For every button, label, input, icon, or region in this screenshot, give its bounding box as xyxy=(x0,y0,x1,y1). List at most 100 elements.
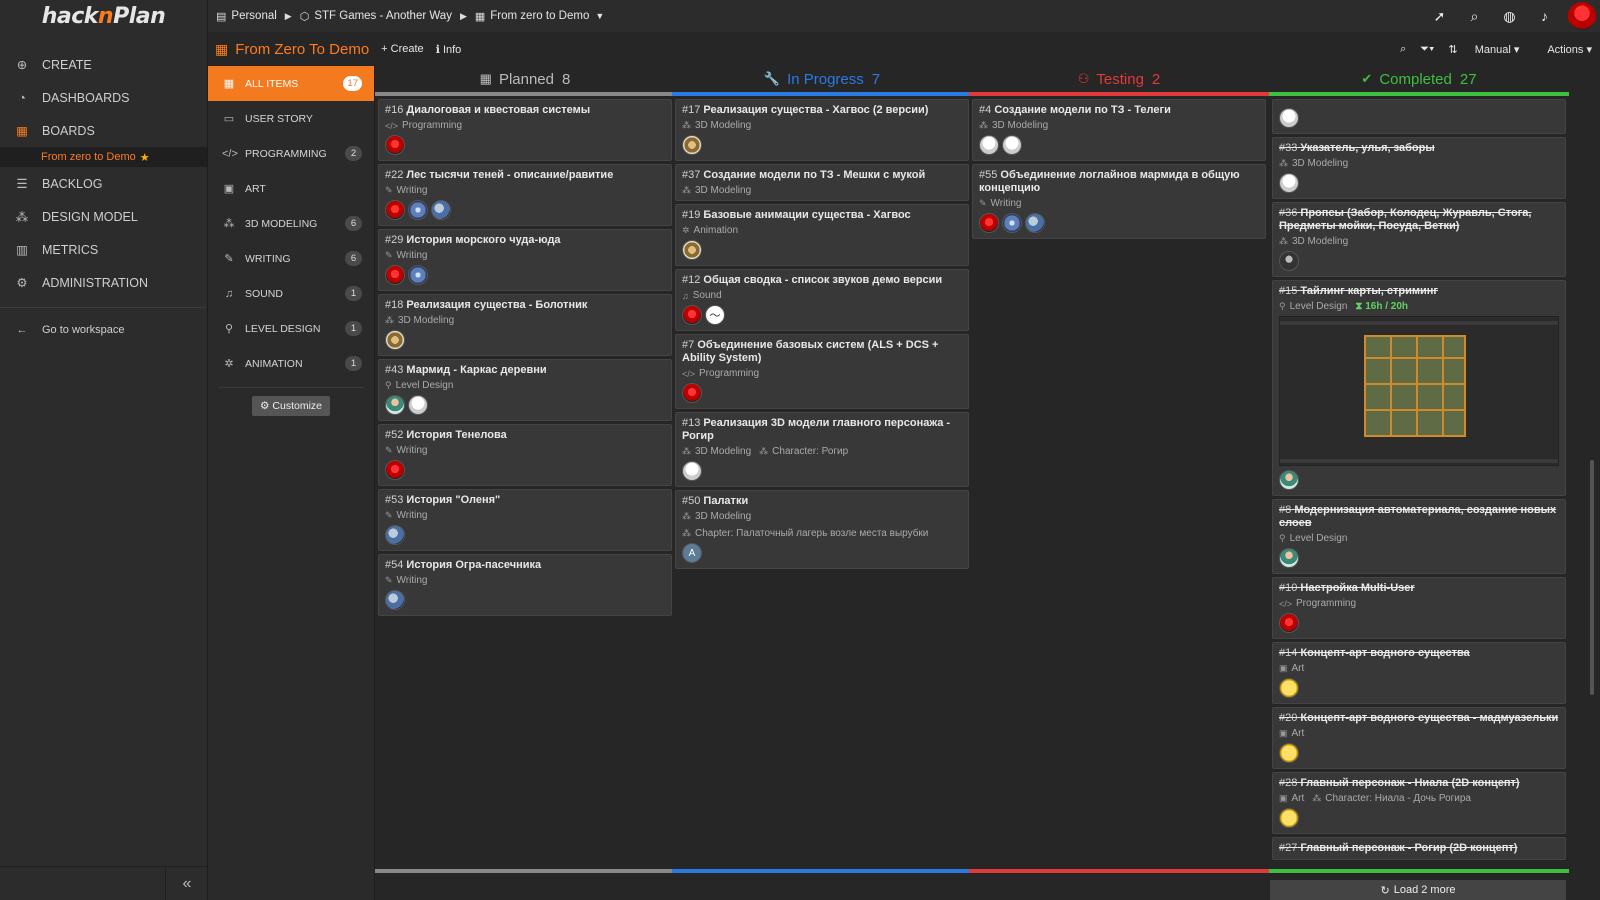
column-header[interactable]: ✔ Completed 27 xyxy=(1269,66,1569,96)
task-card[interactable]: #13 Реализация 3D модели главного персон… xyxy=(675,412,969,487)
filter-icon[interactable]: ⏷▾ xyxy=(1420,43,1434,56)
user-avatar[interactable] xyxy=(1568,2,1596,30)
globe-icon[interactable]: ◍ xyxy=(1492,0,1527,32)
task-card[interactable]: #12 Общая сводка - список звуков демо ве… xyxy=(675,269,969,331)
task-card[interactable]: #7 Объединение базовых систем (ALS + DCS… xyxy=(675,334,969,409)
assignee-avatar[interactable] xyxy=(682,135,702,155)
assignee-avatar[interactable] xyxy=(682,240,702,260)
assignee-avatar[interactable] xyxy=(1279,808,1299,828)
collapse-sidebar-button[interactable]: « xyxy=(166,867,208,900)
task-card[interactable]: #16 Диалоговая и квестовая системы </> Pro… xyxy=(378,99,672,161)
task-card[interactable]: #27 Главный персонаж - Рогир (2D концепт… xyxy=(1272,837,1566,860)
column-header[interactable]: ⚇ Testing 2 xyxy=(969,66,1269,96)
filter-all-items[interactable]: ▦ ALL ITEMS 17 xyxy=(208,66,374,101)
search-icon[interactable]: ⌕ xyxy=(1457,0,1492,32)
sidebar-item-design-model[interactable]: ⁂ DESIGN MODEL xyxy=(0,200,207,233)
assignee-avatar[interactable] xyxy=(1279,743,1299,763)
task-card[interactable]: #17 Реализация существа - Хагвос (2 верс… xyxy=(675,99,969,161)
info-button[interactable]: ℹ Info xyxy=(436,43,462,56)
task-card[interactable]: #19 Базовые анимации существа - Хагвос ✲ A… xyxy=(675,204,969,266)
app-logo[interactable]: hack n Plan xyxy=(0,0,207,32)
filter-writing[interactable]: ✎ WRITING 6 xyxy=(208,241,374,276)
assignee-avatar[interactable] xyxy=(385,200,405,220)
breadcrumb-board[interactable]: ▦ From zero to Demo ▼ xyxy=(475,10,604,23)
completed-scrollbar[interactable] xyxy=(1590,460,1594,695)
assignee-avatar[interactable]: 〜 xyxy=(705,305,725,325)
assignee-avatar[interactable] xyxy=(1279,470,1299,490)
assignee-avatar[interactable] xyxy=(385,525,405,545)
breadcrumb-project[interactable]: ⬡ STF Games - Another Way xyxy=(300,10,452,23)
filter-programming[interactable]: </> PROGRAMMING 2 xyxy=(208,136,374,171)
assignee-avatar[interactable] xyxy=(682,461,702,481)
assignee-avatar[interactable] xyxy=(979,135,999,155)
assignee-avatar[interactable] xyxy=(385,395,405,415)
assignee-avatar[interactable] xyxy=(979,213,999,233)
breadcrumb-workspace[interactable]: ▤ Personal xyxy=(216,10,277,23)
assignee-avatar[interactable] xyxy=(1002,135,1022,155)
task-card[interactable]: #33 Указатель, улья, заборы ⁂ 3D Modeling xyxy=(1272,137,1566,199)
assignee-avatar[interactable] xyxy=(1279,613,1299,633)
sort-manual-dropdown[interactable]: ⇅ Manual ▾ xyxy=(1448,43,1519,56)
task-card[interactable]: #53 История "Оленя" ✎ Writing xyxy=(378,489,672,551)
sidebar-item-create[interactable]: ⊕ CREATE xyxy=(0,48,207,81)
assignee-avatar[interactable] xyxy=(385,135,405,155)
load-more-button[interactable]: ↻ Load 2 more xyxy=(1270,880,1566,900)
filter-user-story[interactable]: ▭ USER STORY xyxy=(208,101,374,136)
filter-art[interactable]: ▣ ART xyxy=(208,171,374,206)
assignee-avatar[interactable] xyxy=(1279,108,1299,128)
filter-sound[interactable]: ♫ SOUND 1 xyxy=(208,276,374,311)
filter-level-design[interactable]: ⚲ LEVEL DESIGN 1 xyxy=(208,311,374,346)
task-card[interactable]: #22 Лес тысячи теней - описание/равитие ✎… xyxy=(378,164,672,226)
column-header[interactable]: ▦ Planned 8 xyxy=(375,66,675,96)
rocket-icon[interactable]: ➚ xyxy=(1422,0,1457,32)
task-card[interactable]: #15 Тайлинг карты, стриминг ⚲ Level Design… xyxy=(1272,280,1566,496)
sidebar-item-administration[interactable]: ⚙ ADMINISTRATION xyxy=(0,266,207,299)
create-button[interactable]: + Create xyxy=(381,43,424,55)
task-card[interactable]: #14 Концепт-арт водного существа ▣ Art xyxy=(1272,642,1566,704)
task-card[interactable]: #10 Настройка Multi-User </> Programming xyxy=(1272,577,1566,639)
task-card[interactable]: #29 История морского чуда-юда ✎ Writing xyxy=(378,229,672,291)
task-card[interactable] xyxy=(1272,99,1566,134)
assignee-avatar[interactable] xyxy=(1025,213,1045,233)
assignee-avatar[interactable] xyxy=(1279,251,1299,271)
sidebar-item-backlog[interactable]: ☰ BACKLOG xyxy=(0,167,207,200)
assignee-avatar[interactable] xyxy=(385,330,405,350)
assignee-avatar[interactable] xyxy=(385,460,405,480)
assignee-avatar[interactable] xyxy=(682,383,702,403)
bell-icon[interactable]: ♪ xyxy=(1527,0,1562,32)
assignee-avatar[interactable] xyxy=(682,305,702,325)
go-to-workspace-link[interactable]: ← Go to workspace xyxy=(0,316,207,344)
assignee-avatar[interactable] xyxy=(1279,678,1299,698)
task-card[interactable]: #20 Концепт-арт водного существа - мадму… xyxy=(1272,707,1566,769)
search-icon[interactable]: ⌕ xyxy=(1400,43,1406,56)
task-card[interactable]: #55 Объединение логлайнов мармида в общу… xyxy=(972,164,1266,239)
task-card[interactable]: #43 Мармид - Каркас деревни ⚲ Level Design xyxy=(378,359,672,421)
filter-3d-modeling[interactable]: ⁂ 3D MODELING 6 xyxy=(208,206,374,241)
sidebar-item-dashboards[interactable]: ◔ DASHBOARDS xyxy=(0,81,207,114)
task-card[interactable]: #8 Модернизация автоматериала, создание … xyxy=(1272,499,1566,574)
task-card[interactable]: #36 Пропсы (Забор, Колодец, Журавль, Сто… xyxy=(1272,202,1566,277)
task-card[interactable]: #37 Создание модели по ТЗ - Мешки с муко… xyxy=(675,164,969,201)
task-card[interactable]: #52 История Тенелова ✎ Writing xyxy=(378,424,672,486)
assignee-avatar[interactable] xyxy=(1002,213,1022,233)
filter-animation[interactable]: ✲ ANIMATION 1 xyxy=(208,346,374,381)
assignee-avatar[interactable] xyxy=(408,200,428,220)
card-image-preview[interactable] xyxy=(1279,316,1559,466)
assignee-avatar[interactable] xyxy=(1279,548,1299,568)
assignee-avatar[interactable] xyxy=(408,265,428,285)
actions-dropdown[interactable]: Actions ▾ xyxy=(1533,43,1592,56)
assignee-avatar[interactable] xyxy=(431,200,451,220)
assignee-avatar[interactable]: A xyxy=(682,543,702,563)
assignee-avatar[interactable] xyxy=(385,265,405,285)
customize-button[interactable]: ⚙ Customize xyxy=(252,396,330,416)
sidebar-item-metrics[interactable]: ▥ METRICS xyxy=(0,233,207,266)
sidebar-subitem-board[interactable]: From zero to Demo ★ xyxy=(0,147,207,167)
task-card[interactable]: #50 Палатки ⁂ 3D Modeling ⁂ Chapter: Палаточ… xyxy=(675,490,969,569)
assignee-avatar[interactable] xyxy=(385,590,405,610)
task-card[interactable]: #28 Главный персонаж - Ниала (2D концепт… xyxy=(1272,772,1566,834)
assignee-avatar[interactable] xyxy=(408,395,428,415)
column-header[interactable]: 🔧 In Progress 7 xyxy=(672,66,972,96)
task-card[interactable]: #54 История Огра-пасечника ✎ Writing xyxy=(378,554,672,616)
task-card[interactable]: #18 Реализация существа - Болотник ⁂ 3D Mo… xyxy=(378,294,672,356)
sidebar-item-boards[interactable]: ▦ BOARDS xyxy=(0,114,207,147)
